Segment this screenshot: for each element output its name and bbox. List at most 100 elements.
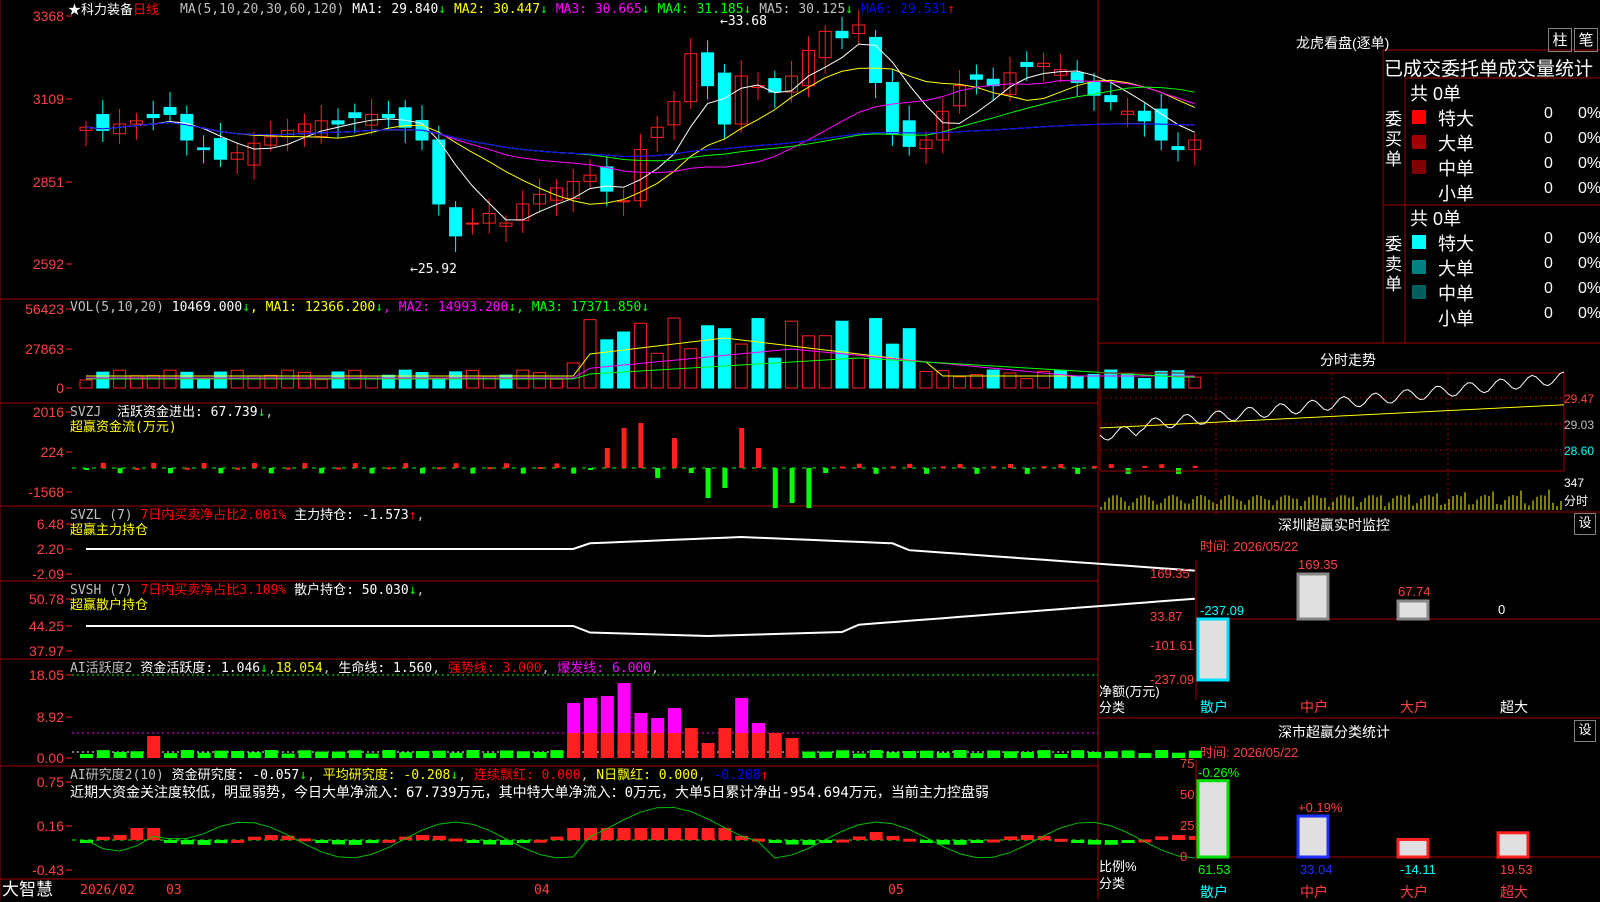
order-type: 大单 xyxy=(1438,259,1474,279)
y-tick: 50.78 xyxy=(28,591,64,607)
flow-bar xyxy=(957,463,963,468)
tick-view-button[interactable]: 笔 xyxy=(1574,28,1598,52)
research-bar xyxy=(348,840,362,845)
research-bar xyxy=(164,840,177,843)
high-mark: ←33.68 xyxy=(720,14,767,29)
monitor-ytick: 33.87 xyxy=(1150,609,1183,624)
research-bar xyxy=(701,828,715,840)
volume-bar xyxy=(600,339,614,389)
candle-body xyxy=(1104,95,1118,103)
ma-arrow: ↑ xyxy=(947,2,955,17)
order-type: 特大 xyxy=(1438,109,1474,129)
volume-bar xyxy=(1070,376,1084,389)
svzj-label: SVZJ xyxy=(70,405,102,420)
research-bar xyxy=(1004,836,1017,840)
intraday-price: 29.47 xyxy=(1564,392,1595,406)
monitor-category: 散户 xyxy=(1200,699,1228,715)
flow-bar xyxy=(588,468,593,470)
candle-body xyxy=(885,81,899,135)
order-count: 0 xyxy=(1544,305,1553,322)
flow-bar xyxy=(1041,466,1047,469)
activity-bar xyxy=(466,750,480,758)
activity-bar xyxy=(936,752,950,758)
flow-bar xyxy=(856,463,862,468)
flow-bar xyxy=(1142,465,1148,468)
order-count: 0 xyxy=(1544,105,1553,122)
flow-bar xyxy=(739,428,745,468)
svsh-label: SVSH (7) xyxy=(70,583,133,598)
order-count: 0 xyxy=(1544,130,1553,147)
flow-bar xyxy=(806,468,812,508)
ai1-label: AI活跃度2 xyxy=(70,661,133,676)
y-tick: 0.16 xyxy=(36,818,64,834)
activity-bar xyxy=(903,750,917,758)
research-bar xyxy=(264,835,278,840)
y-tick: 8.92 xyxy=(36,709,64,725)
research-bar xyxy=(987,839,1001,843)
svsh-arrow: ↓ xyxy=(408,583,417,598)
candle-body xyxy=(213,138,227,160)
flow-bar xyxy=(974,468,980,474)
volume-bar xyxy=(297,371,311,389)
volume-bar xyxy=(79,379,93,389)
research-bar xyxy=(466,840,480,843)
candle-body xyxy=(348,112,362,119)
vol-ma-arrow: ↓ xyxy=(641,300,650,315)
y-tick: 2.20 xyxy=(36,541,64,557)
y-tick: 2016 xyxy=(32,404,64,420)
ma-value: MA3: 30.665 xyxy=(547,2,642,17)
activity-bar xyxy=(953,750,967,758)
classify-settings-button[interactable]: 设 xyxy=(1574,720,1596,742)
stock-name[interactable]: 科力装备 xyxy=(81,2,133,17)
flow-bar xyxy=(151,462,157,468)
date-label: 04 xyxy=(534,883,550,898)
order-pct: 0% xyxy=(1578,130,1600,147)
activity-bar xyxy=(315,751,329,758)
monitor-value: 169.35 xyxy=(1298,557,1338,572)
flow-bar xyxy=(1159,464,1165,468)
intraday-price: 28.60 xyxy=(1564,444,1595,458)
order-pct: 0% xyxy=(1578,305,1600,322)
activity-bar xyxy=(735,733,749,758)
activity-bar xyxy=(550,750,564,758)
activity-bar xyxy=(1054,753,1068,758)
order-count: 0 xyxy=(1544,255,1553,272)
flow-bar xyxy=(84,468,89,470)
research-bar xyxy=(130,828,144,840)
y-tick: 0.00 xyxy=(36,750,64,766)
flow-bar xyxy=(268,468,274,474)
flow-bar xyxy=(184,467,190,470)
flow-bar xyxy=(537,467,543,470)
bar-view-button[interactable]: 柱 xyxy=(1548,28,1572,52)
flow-bar xyxy=(1024,468,1030,474)
date-label: 05 xyxy=(888,883,904,898)
research-bar xyxy=(96,836,110,840)
order-pct: 0% xyxy=(1578,105,1600,122)
monitor-ytick: -237.09 xyxy=(1150,672,1195,687)
activity-bar xyxy=(920,750,933,758)
svsh-pos: 散户持仓: 50.030 xyxy=(294,583,409,598)
research-bar xyxy=(214,840,228,844)
ma-arrow: ↓ xyxy=(438,2,447,17)
ai2-label: AI研究度2(10) xyxy=(70,768,164,783)
volume-bar xyxy=(449,371,463,389)
order-type: 中单 xyxy=(1438,159,1474,179)
flow-bar xyxy=(302,463,308,468)
dragon-title: 龙虎看盘(逐单) xyxy=(1296,35,1390,51)
activity-bar xyxy=(684,728,698,758)
flow-bar xyxy=(1008,463,1013,468)
vol-label: VOL(5,10,20) xyxy=(70,300,164,315)
volume-bar xyxy=(331,371,345,389)
research-bar xyxy=(1172,835,1185,840)
ai1-strong: 强势线: 3.000 xyxy=(447,661,542,676)
ai1-burst: 爆发线: 6.000 xyxy=(557,661,652,676)
activity-bar xyxy=(533,751,547,758)
research-bar xyxy=(315,840,329,843)
vol-ma-line xyxy=(86,337,1195,377)
volume-bar xyxy=(1020,378,1034,389)
period-label[interactable]: 日线 xyxy=(133,2,159,17)
activity-bar xyxy=(886,752,900,758)
ma-value: MA6: 29.531 xyxy=(853,2,948,17)
monitor-settings-button[interactable]: 设 xyxy=(1574,513,1596,535)
research-bar xyxy=(500,840,513,845)
